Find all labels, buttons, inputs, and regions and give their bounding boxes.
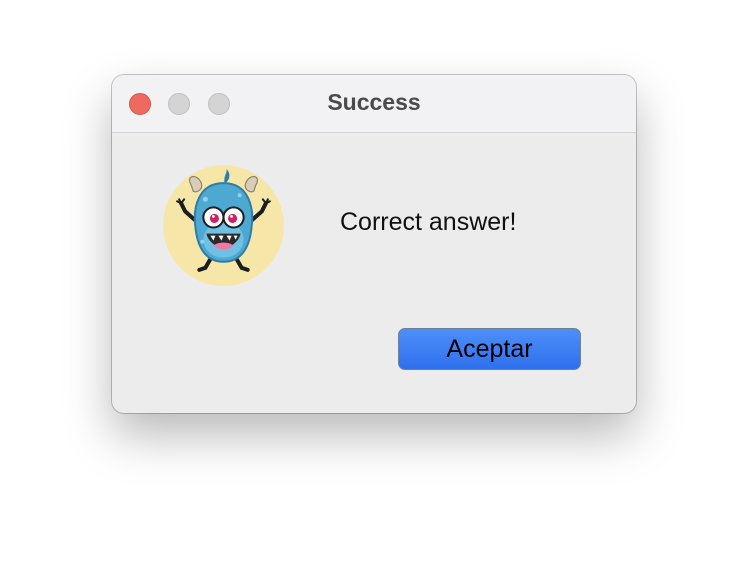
ok-button[interactable]: Aceptar: [398, 328, 581, 370]
screen: Success Correct answer! Aceptar: [0, 0, 748, 562]
message-text: Correct answer!: [340, 208, 517, 236]
success-dialog-window: Success Correct answer! Aceptar: [112, 75, 636, 413]
monster-mascot-icon: [163, 165, 284, 286]
window-title: Success: [327, 89, 421, 115]
title-bar[interactable]: Success: [112, 75, 636, 133]
